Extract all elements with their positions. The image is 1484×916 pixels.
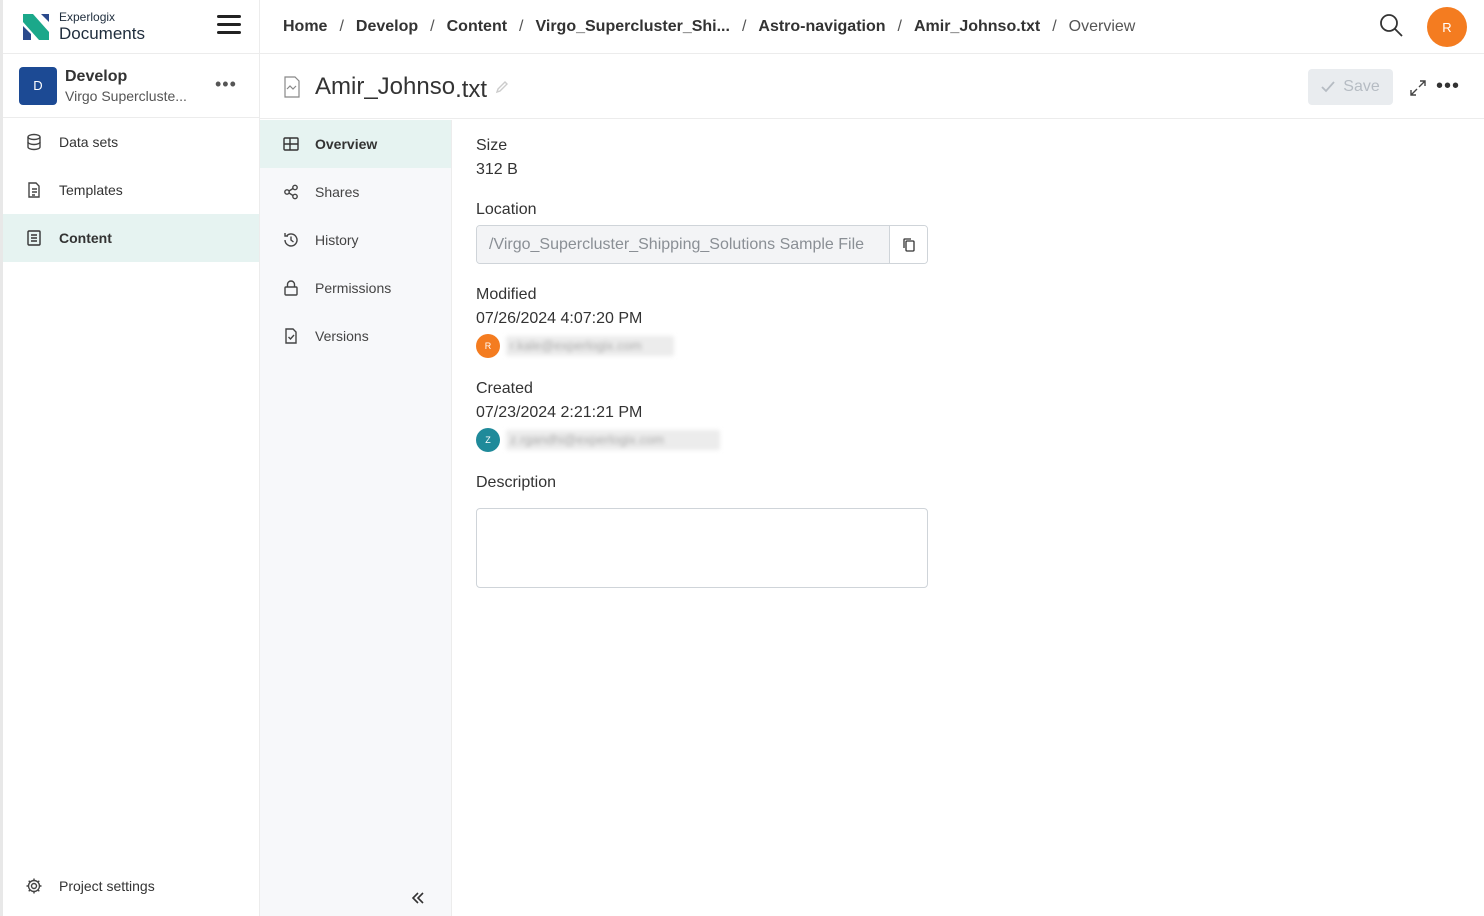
breadcrumb-content[interactable]: Content <box>447 18 507 36</box>
project-avatar: D <box>19 66 57 105</box>
created-label: Created <box>476 380 533 397</box>
tab-label: Permissions <box>315 280 392 296</box>
versions-icon <box>285 328 297 344</box>
search-icon[interactable] <box>1378 12 1404 38</box>
edit-pencil-icon[interactable] <box>495 80 509 94</box>
created-field: Created 07/23/2024 2:21:21 PM Z z.rgandh… <box>476 380 928 452</box>
sidebar-item-label: Content <box>59 230 112 246</box>
hamburger-menu-icon[interactable] <box>217 15 241 37</box>
tab-versions[interactable]: Versions <box>260 312 451 360</box>
breadcrumb-current: Overview <box>1068 17 1136 35</box>
file-title-bar: Amir_Johnso .txt Save ••• <box>260 55 1484 119</box>
lock-icon <box>284 280 298 296</box>
tab-history[interactable]: History <box>260 216 451 264</box>
size-label: Size <box>476 137 508 154</box>
modified-user-email: r.kale@experlogix.com <box>506 336 674 356</box>
tab-label: Versions <box>315 328 369 344</box>
copy-button[interactable] <box>889 226 927 263</box>
sidebar-item-label: Templates <box>59 182 123 198</box>
size-value: 312 B <box>476 161 518 178</box>
grid-icon <box>283 137 299 151</box>
save-button-label: Save <box>1343 78 1380 95</box>
modified-label: Modified <box>476 286 537 303</box>
project-subtitle: Virgo Superclust​e... <box>65 87 187 104</box>
collapse-double-chevron-icon[interactable] <box>410 890 426 906</box>
file-overview: Size 312 B Location Modified 07/26/2024 … <box>476 137 928 615</box>
sidebar-item-project-settings[interactable]: Project settings <box>3 862 259 910</box>
avatar: R <box>476 334 500 358</box>
description-field: Description <box>476 474 928 593</box>
breadcrumb-folder[interactable]: Virgo_Supercluster_Shi... <box>536 18 730 36</box>
file-subnav: Overview Shares History Permissions Vers… <box>260 120 452 916</box>
brand-line2: Documents <box>59 24 145 43</box>
project-more-icon[interactable]: ••• <box>215 74 237 95</box>
project-switcher[interactable]: D Develop Virgo Superclust​e... ••• <box>3 54 259 118</box>
file-extension: .txt <box>455 75 488 103</box>
copy-icon <box>902 237 915 252</box>
size-field: Size 312 B <box>476 137 928 179</box>
sidebar-item-label: Data sets <box>59 134 119 150</box>
avatar: Z <box>476 428 500 452</box>
modified-user: R r.kale@experlogix.com <box>476 334 928 358</box>
tab-permissions[interactable]: Permissions <box>260 264 451 312</box>
modified-field: Modified 07/26/2024 4:07:20 PM R r.kale@… <box>476 286 928 358</box>
sidebar-item-label: Project settings <box>59 878 155 894</box>
description-label: Description <box>476 474 557 491</box>
breadcrumb-file[interactable]: Amir_Johnso.txt <box>914 18 1040 36</box>
created-user: Z z.rgandhi@experlogix.com <box>476 428 928 452</box>
breadcrumb-develop[interactable]: Develop <box>356 18 418 36</box>
brand-text: Experlogix Documents <box>59 11 145 42</box>
breadcrumb-home[interactable]: Home <box>283 18 327 36</box>
location-label: Location <box>476 201 537 218</box>
top-bar: Home / Develop / Content / Virgo_Supercl… <box>260 0 1484 54</box>
breadcrumb: Home / Develop / Content / Virgo_Supercl… <box>283 17 1136 36</box>
database-icon <box>27 133 41 151</box>
checkmark-icon <box>1321 81 1335 93</box>
brand: Experlogix Documents <box>3 0 259 54</box>
description-textarea[interactable] <box>476 508 928 588</box>
created-value: 07/23/2024 2:21:21 PM <box>476 404 643 421</box>
sidebar-item-templates[interactable]: Templates <box>3 166 259 214</box>
location-field: Location <box>476 201 928 264</box>
file-name: Amir_Johnso <box>315 72 456 100</box>
gear-icon <box>26 878 42 894</box>
breadcrumb-subfolder[interactable]: Astro-navigation <box>758 18 885 36</box>
tab-label: Overview <box>315 136 378 152</box>
project-title: Develop <box>65 67 128 85</box>
modified-value: 07/26/2024 4:07:20 PM <box>476 310 643 327</box>
tab-shares[interactable]: Shares <box>260 168 451 216</box>
brand-line1: Experlogix <box>59 10 116 24</box>
more-options-icon[interactable]: ••• <box>1436 75 1460 98</box>
share-icon <box>284 184 298 200</box>
location-box <box>476 225 928 264</box>
location-input[interactable] <box>477 226 889 263</box>
expand-icon[interactable] <box>1409 79 1427 97</box>
created-user-email: z.rgandhi@experlogix.com <box>506 430 720 450</box>
tab-overview[interactable]: Overview <box>260 120 451 168</box>
history-icon <box>284 233 298 247</box>
app-sidebar: Experlogix Documents D Develop Virgo Sup… <box>0 0 260 916</box>
user-avatar[interactable]: R <box>1427 7 1467 47</box>
tab-label: Shares <box>315 184 360 200</box>
document-icon <box>28 182 40 198</box>
save-button[interactable]: Save <box>1308 69 1393 105</box>
broken-image-icon <box>284 75 300 98</box>
sidebar-item-content[interactable]: Content <box>3 214 259 262</box>
tab-label: History <box>315 232 359 248</box>
sidebar-item-data-sets[interactable]: Data sets <box>3 118 259 166</box>
content-icon <box>27 230 41 246</box>
experlogix-logo-icon <box>23 13 49 40</box>
